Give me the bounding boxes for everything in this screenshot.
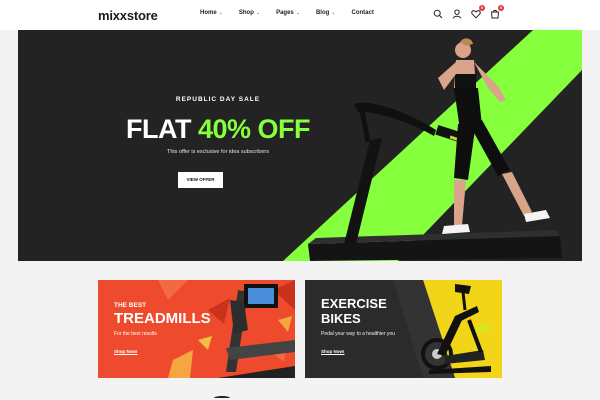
nav-item-blog[interactable]: Blog ⌄ — [316, 10, 336, 16]
header-actions: 0 0 — [433, 5, 504, 19]
promo-subtitle: Pedal your way to a healthier you — [321, 331, 395, 337]
nav-item-pages[interactable]: Pages ⌄ — [276, 10, 300, 16]
promo-subtitle: For the best results — [114, 331, 157, 337]
view-offer-button[interactable]: VIEW OFFER — [178, 172, 223, 188]
nav-item-label: Shop — [238, 10, 254, 16]
user-icon — [452, 9, 462, 19]
cart-button[interactable]: 0 — [490, 5, 504, 19]
nav-item-label: Pages — [276, 10, 294, 16]
promo-exercise-bikes[interactable]: EXERCISE BIKES Pedal your way to a healt… — [305, 280, 502, 378]
promo-treadmills[interactable]: THE BEST TREADMILLS For the best results… — [98, 280, 295, 378]
nav-item-label: Blog — [315, 10, 330, 16]
nav-item-label: Home — [200, 10, 217, 16]
search-icon — [433, 9, 443, 19]
site-logo[interactable]: mixxstore — [98, 8, 158, 23]
promo-title: TREADMILLS — [114, 310, 211, 327]
hero-banner: REPUBLIC DAY SALE FLAT 40% OFF This offe… — [18, 30, 582, 261]
promo-title-line2: BIKES — [321, 311, 361, 326]
shop-now-link[interactable]: Shop Now! — [114, 349, 138, 354]
site-header: mixxstore Home ⌄ Shop ⌄ Pages ⌄ Blog ⌄ C… — [0, 0, 600, 30]
main-nav: Home ⌄ Shop ⌄ Pages ⌄ Blog ⌄ Contact — [200, 10, 374, 16]
treadmill-runner-image — [308, 38, 562, 261]
chevron-down-icon: ⌄ — [218, 10, 223, 16]
hero-title-highlight: 40% OFF — [197, 114, 311, 144]
nav-item-home[interactable]: Home ⌄ — [200, 10, 223, 16]
nav-item-contact[interactable]: Contact — [352, 10, 374, 16]
chevron-down-icon: ⌄ — [255, 10, 261, 16]
nav-item-label: Contact — [351, 10, 374, 16]
exercise-bike-promo-image — [393, 280, 502, 378]
hero-title-prefix: FLAT — [125, 114, 198, 144]
promo-title: EXERCISE BIKES — [321, 296, 387, 326]
wishlist-count-badge: 0 — [479, 5, 485, 11]
next-section-peek — [214, 396, 230, 400]
nav-item-shop[interactable]: Shop ⌄ — [239, 10, 260, 16]
promo-title-line1: EXERCISE — [321, 296, 387, 311]
treadmill-promo-image — [158, 280, 295, 378]
shop-now-link[interactable]: Shop Now! — [321, 349, 345, 354]
account-button[interactable] — [452, 9, 462, 19]
cart-count-badge: 0 — [498, 5, 504, 11]
search-button[interactable] — [433, 9, 443, 19]
chevron-down-icon: ⌄ — [331, 10, 336, 16]
promo-eyebrow: THE BEST — [114, 302, 147, 309]
wishlist-button[interactable]: 0 — [471, 5, 485, 19]
chevron-down-icon: ⌄ — [295, 10, 300, 16]
